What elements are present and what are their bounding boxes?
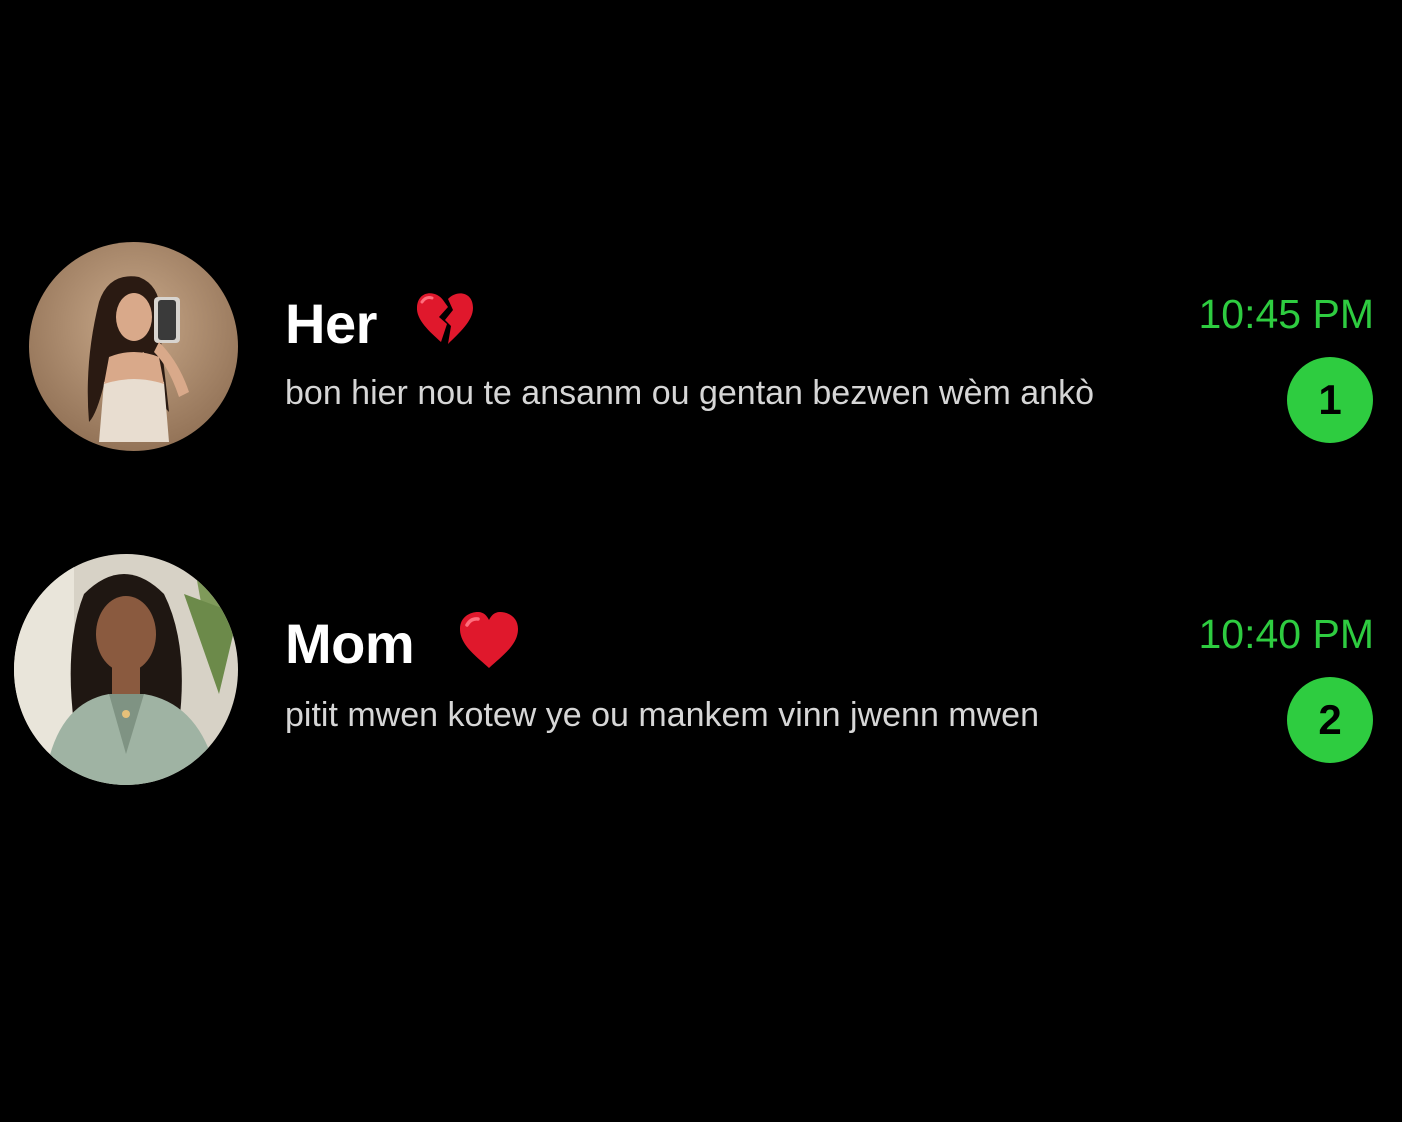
- contact-name: Her: [285, 292, 377, 355]
- red-heart-icon: [458, 612, 520, 670]
- message-preview: bon hier nou te ansanm ou gentan bezwen …: [285, 374, 1094, 412]
- unread-count-badge: 2: [1287, 677, 1373, 763]
- timestamp: 10:40 PM: [1198, 611, 1375, 657]
- broken-heart-icon: [414, 290, 476, 348]
- contact-name: Mom: [285, 612, 415, 675]
- avatar[interactable]: [29, 242, 238, 451]
- chat-list: Her bon hier nou te ansanm ou gentan bez…: [0, 0, 1402, 1122]
- message-preview: pitit mwen kotew ye ou mankem vinn jwenn…: [285, 696, 1039, 734]
- chat-row-her[interactable]: Her bon hier nou te ansanm ou gentan bez…: [0, 242, 1402, 454]
- avatar[interactable]: [14, 554, 238, 785]
- chat-row-mom[interactable]: Mom pitit mwen kotew ye ou mankem vinn j…: [0, 554, 1402, 786]
- unread-count-badge: 1: [1287, 357, 1373, 443]
- timestamp: 10:45 PM: [1198, 291, 1375, 337]
